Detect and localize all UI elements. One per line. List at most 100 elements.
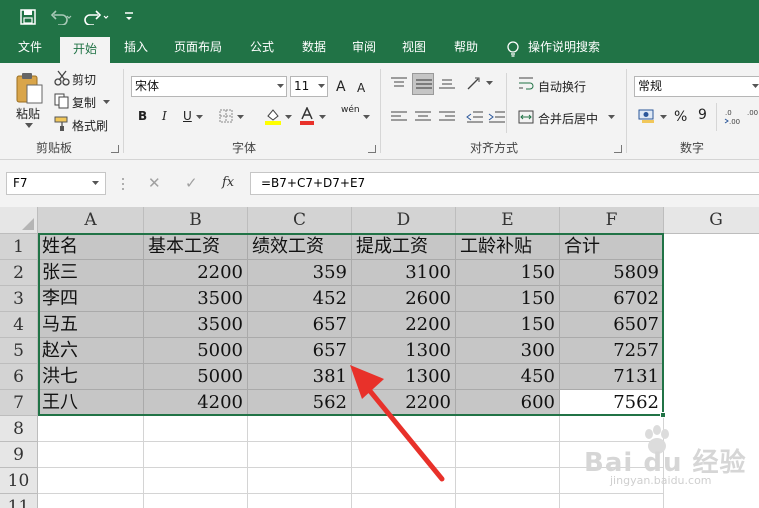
clipboard-launcher-icon[interactable] <box>111 145 119 153</box>
row-header-1[interactable]: 1 <box>0 234 38 260</box>
fill-handle[interactable] <box>660 412 666 418</box>
wrap-text-icon[interactable] <box>518 76 534 92</box>
align-center-icon[interactable] <box>414 110 432 124</box>
cell-c6[interactable]: 381 <box>248 364 352 390</box>
row-header-3[interactable]: 3 <box>0 286 38 312</box>
cell-a6[interactable]: 洪七 <box>38 364 144 390</box>
cut-button[interactable]: 剪切 <box>72 71 96 88</box>
number-format-select[interactable]: 常规 <box>634 76 759 97</box>
row-header-9[interactable]: 9 <box>0 442 38 468</box>
grow-font-button[interactable]: A <box>336 79 346 95</box>
cell-b4[interactable]: 3500 <box>144 312 248 338</box>
cancel-button[interactable]: ✕ <box>148 174 161 192</box>
row-header-10[interactable]: 10 <box>0 468 38 494</box>
column-header-d[interactable]: D <box>352 207 456 234</box>
cell-c3[interactable]: 452 <box>248 286 352 312</box>
cell-f2[interactable]: 5809 <box>560 260 664 286</box>
cell-d11[interactable] <box>352 494 456 508</box>
shrink-font-button[interactable]: A <box>357 81 365 95</box>
cell-c4[interactable]: 657 <box>248 312 352 338</box>
cell-e11[interactable] <box>456 494 560 508</box>
comma-style-button[interactable]: 9 <box>698 107 707 123</box>
cell-a7[interactable]: 王八 <box>38 390 144 416</box>
fill-color-icon[interactable] <box>264 107 282 125</box>
merge-center-icon[interactable] <box>518 110 534 124</box>
tab-home[interactable]: 开始 <box>60 37 110 63</box>
cell-b6[interactable]: 5000 <box>144 364 248 390</box>
cell-b1[interactable]: 基本工资 <box>144 234 248 260</box>
borders-icon[interactable] <box>219 109 233 123</box>
row-header-2[interactable]: 2 <box>0 260 38 286</box>
scissors-icon[interactable] <box>54 70 70 86</box>
italic-button[interactable]: I <box>162 109 167 123</box>
cell-e1[interactable]: 工龄补贴 <box>456 234 560 260</box>
alignment-launcher-icon[interactable] <box>614 145 622 153</box>
cell-e9[interactable] <box>456 442 560 468</box>
cell-a10[interactable] <box>38 468 144 494</box>
tell-me-search[interactable]: 操作说明搜索 <box>528 34 612 63</box>
underline-button[interactable]: U <box>183 109 192 123</box>
cell-e6[interactable]: 450 <box>456 364 560 390</box>
cell-c7[interactable]: 562 <box>248 390 352 416</box>
font-launcher-icon[interactable] <box>368 145 376 153</box>
align-top-icon[interactable] <box>390 76 408 90</box>
chevron-down-icon[interactable] <box>318 84 325 89</box>
align-left-icon[interactable] <box>390 110 408 124</box>
align-right-icon[interactable] <box>438 110 456 124</box>
cell-e3[interactable]: 150 <box>456 286 560 312</box>
copy-icon[interactable] <box>54 93 70 109</box>
merge-center-button[interactable]: 合并后居中 <box>538 110 598 127</box>
select-all-button[interactable] <box>0 207 38 234</box>
increase-decimal-icon[interactable]: .0.00 <box>724 107 744 127</box>
row-header-11[interactable]: 11 <box>0 494 38 508</box>
align-middle-button[interactable] <box>412 73 434 95</box>
cell-b8[interactable] <box>144 416 248 442</box>
cell-e10[interactable] <box>456 468 560 494</box>
decrease-indent-icon[interactable] <box>466 110 484 124</box>
cell-c2[interactable]: 359 <box>248 260 352 286</box>
cell-f6[interactable]: 7131 <box>560 364 664 390</box>
copy-button[interactable]: 复制 <box>72 94 96 111</box>
cell-b11[interactable] <box>144 494 248 508</box>
font-color-icon[interactable] <box>299 107 315 125</box>
cell-a5[interactable]: 赵六 <box>38 338 144 364</box>
grip-icon[interactable] <box>121 176 125 192</box>
cell-f3[interactable]: 6702 <box>560 286 664 312</box>
cell-d1[interactable]: 提成工资 <box>352 234 456 260</box>
row-header-4[interactable]: 4 <box>0 312 38 338</box>
paste-button[interactable]: 粘贴 <box>16 105 40 122</box>
column-header-g[interactable]: G <box>664 207 759 234</box>
format-painter-icon[interactable] <box>54 116 70 132</box>
chevron-down-icon[interactable] <box>25 123 33 129</box>
cell-b9[interactable] <box>144 442 248 468</box>
name-box[interactable]: F7 <box>6 172 106 195</box>
cell-c9[interactable] <box>248 442 352 468</box>
tab-help[interactable]: 帮助 <box>444 34 488 63</box>
redo-icon[interactable] <box>84 9 110 25</box>
tab-page-layout[interactable]: 页面布局 <box>164 34 232 63</box>
accounting-format-icon[interactable] <box>638 108 656 124</box>
chevron-down-icon[interactable] <box>277 84 284 89</box>
cell-f5[interactable]: 7257 <box>560 338 664 364</box>
cell-e4[interactable]: 150 <box>456 312 560 338</box>
cell-f1[interactable]: 合计 <box>560 234 664 260</box>
chevron-down-icon[interactable] <box>103 100 110 105</box>
font-name-select[interactable]: 宋体 <box>131 76 287 97</box>
undo-icon[interactable] <box>50 9 72 25</box>
cell-b3[interactable]: 3500 <box>144 286 248 312</box>
tab-file[interactable]: 文件 <box>8 34 52 63</box>
formula-input[interactable]: =B7+C7+D7+E7 <box>250 172 759 195</box>
cell-f4[interactable]: 6507 <box>560 312 664 338</box>
chevron-down-icon[interactable] <box>363 115 370 120</box>
cell-a4[interactable]: 马五 <box>38 312 144 338</box>
cell-c5[interactable]: 657 <box>248 338 352 364</box>
cell-e5[interactable]: 300 <box>456 338 560 364</box>
column-header-f[interactable]: F <box>560 207 664 234</box>
cell-e2[interactable]: 150 <box>456 260 560 286</box>
chevron-down-icon[interactable] <box>319 115 326 120</box>
enter-button[interactable]: ✓ <box>185 174 198 192</box>
increase-indent-icon[interactable] <box>488 110 506 124</box>
phonetic-guide-button[interactable]: wén <box>341 105 360 115</box>
tab-view[interactable]: 视图 <box>392 34 436 63</box>
tab-formulas[interactable]: 公式 <box>240 34 284 63</box>
